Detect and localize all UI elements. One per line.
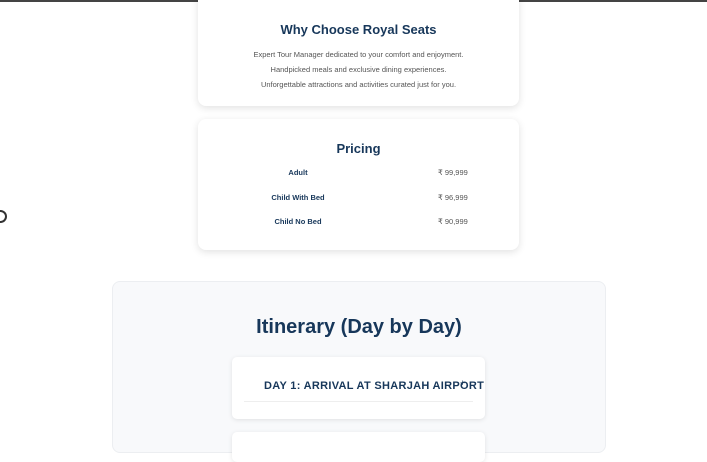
pricing-row: Child With Bed ₹ 96,999	[198, 193, 519, 218]
pricing-value: ₹ 96,999	[438, 192, 468, 202]
floating-circle-button[interactable]	[0, 210, 7, 223]
why-choose-title: Why Choose Royal Seats	[280, 22, 437, 37]
pricing-label: Adult	[288, 168, 308, 177]
plus-icon[interactable]: +	[460, 378, 465, 388]
pricing-label: Child No Bed	[274, 217, 322, 226]
why-point: Handpicked meals and exclusive dining ex…	[270, 65, 447, 74]
pricing-title: Pricing	[336, 141, 381, 156]
day-accordion-item[interactable]: DAY 1: ARRIVAL AT SHARJAH AIRPORT +	[232, 357, 485, 419]
divider	[244, 401, 473, 402]
why-point: Expert Tour Manager dedicated to your co…	[253, 50, 464, 59]
pricing-row: Child No Bed ₹ 90,999	[198, 217, 519, 242]
pricing-label: Child With Bed	[271, 192, 325, 202]
itinerary-title: Itinerary (Day by Day)	[256, 316, 462, 338]
pricing-card: Pricing Adult ₹ 99,999 Child With Bed ₹ 96…	[198, 119, 519, 250]
day-title[interactable]: DAY 1: ARRIVAL AT SHARJAH AIRPORT	[264, 380, 484, 392]
pricing-value: ₹ 99,999	[438, 168, 468, 177]
pricing-row: Adult ₹ 99,999	[198, 168, 519, 193]
itinerary-section: Itinerary (Day by Day) DAY 1: ARRIVAL AT…	[112, 281, 606, 462]
why-choose-card: Why Choose Royal Seats Expert Tour Manag…	[198, 0, 519, 106]
pricing-value: ₹ 90,999	[438, 217, 468, 226]
day-accordion-item[interactable]	[232, 432, 485, 462]
why-point: Unforgettable attractions and activities…	[260, 80, 457, 89]
